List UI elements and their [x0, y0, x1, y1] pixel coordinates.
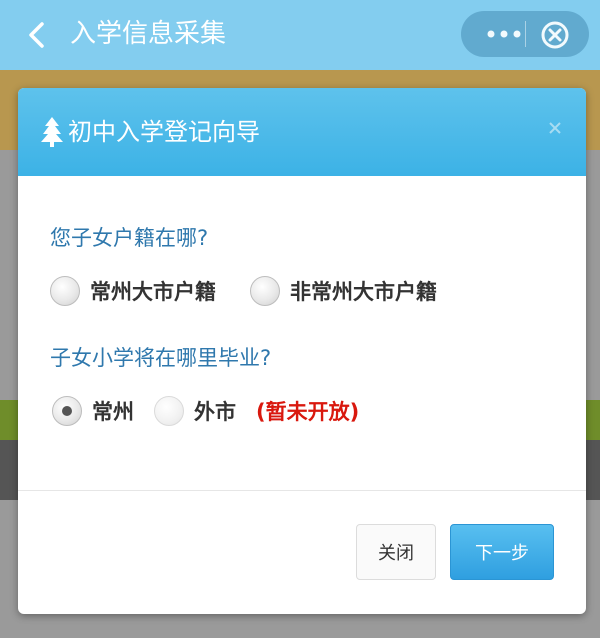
option-label: 外市	[194, 400, 236, 424]
option-label: 常州大市户籍	[90, 280, 216, 304]
option-label: 非常州大市户籍	[290, 280, 437, 304]
option-label: 常州	[92, 400, 134, 424]
radio-other-city[interactable]	[154, 396, 184, 426]
close-x-icon	[549, 122, 561, 134]
next-step-button[interactable]: 下一步	[450, 524, 554, 580]
not-open-note: (暂未开放)	[256, 400, 360, 424]
option-changzhou[interactable]: 常州	[52, 396, 134, 426]
more-button[interactable]	[479, 19, 529, 49]
mini-program-capsule	[461, 11, 589, 57]
back-button[interactable]	[22, 20, 52, 50]
question-hukou: 您子女户籍在哪?	[50, 226, 209, 250]
chevron-left-icon	[29, 22, 44, 48]
radio-changzhou-hukou[interactable]	[50, 276, 80, 306]
dialog-title: 初中入学登记向导	[68, 118, 260, 146]
question-graduation: 子女小学将在哪里毕业?	[50, 346, 272, 370]
option-non-changzhou-hukou[interactable]: 非常州大市户籍	[250, 276, 437, 306]
registration-wizard-dialog: 初中入学登记向导 您子女户籍在哪? 常州大市户籍 非常州大市户籍 子女小学将在哪…	[18, 88, 586, 614]
circle-close-icon	[541, 21, 569, 49]
dialog-header: 初中入学登记向导	[18, 88, 586, 176]
more-dots-icon	[487, 30, 521, 38]
close-button[interactable]: 关闭	[356, 524, 436, 580]
radio-changzhou[interactable]	[52, 396, 82, 426]
app-bar: 入学信息采集	[0, 0, 600, 70]
capsule-divider	[525, 21, 526, 47]
option-other-city[interactable]: 外市 (暂未开放)	[154, 396, 359, 426]
tree-icon	[41, 117, 63, 147]
app-title: 入学信息采集	[70, 19, 227, 49]
exit-button[interactable]	[539, 19, 571, 51]
option-changzhou-hukou[interactable]: 常州大市户籍	[50, 276, 216, 306]
dialog-close-button[interactable]	[548, 118, 562, 138]
footer-divider	[18, 490, 586, 491]
radio-non-changzhou-hukou[interactable]	[250, 276, 280, 306]
